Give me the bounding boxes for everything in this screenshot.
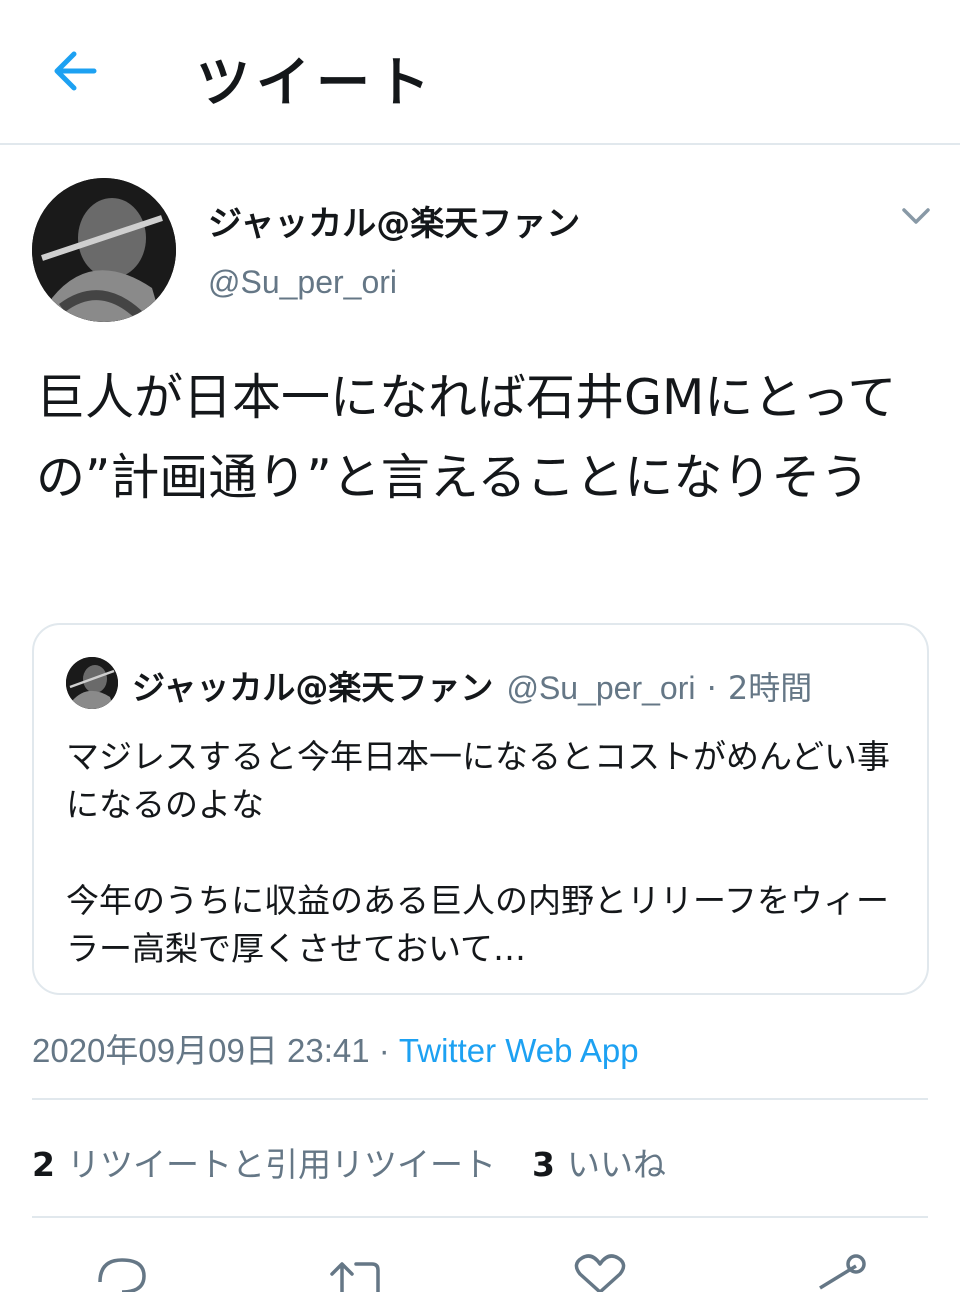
retweets-stat[interactable]: 2 リツイートと引用リツイート [32, 1145, 496, 1184]
engagement-stats: 2 リツイートと引用リツイート 3 いいね [32, 1138, 666, 1186]
divider [32, 1216, 928, 1218]
tweet-meta: 2020年09月09日 23:41 · Twitter Web App [32, 1024, 639, 1072]
quoted-tweet-text: マジレスすると今年日本一になるとコストがめんどい事になるのよな 今年のうちに収益… [66, 737, 891, 968]
retweet-count: 2 [32, 1145, 55, 1184]
arrow-left-icon[interactable] [46, 46, 106, 96]
quoted-time: 2時間 [727, 669, 813, 707]
quoted-author-name: ジャッカル@楽天ファン [132, 668, 494, 707]
retweet-icon[interactable] [326, 1252, 386, 1294]
like-count: 3 [531, 1145, 555, 1184]
like-label: いいね [566, 1145, 666, 1184]
likes-stat[interactable]: 3 いいね [532, 1145, 666, 1184]
timestamp: 2020年09月09日 23:41 [32, 1032, 370, 1069]
page-title: ツイート [196, 51, 436, 114]
divider [32, 1098, 928, 1100]
quoted-avatar [66, 657, 118, 709]
tweet-text: 巨人が日本一になれば石井GMにとっての”計画通り”と言えることになりそう [36, 369, 897, 506]
source-link[interactable]: Twitter Web App [399, 1032, 639, 1069]
quoted-author-handle: @Su_per_ori [506, 670, 696, 706]
author-handle[interactable]: @Su_per_ori [208, 264, 397, 301]
meta-separator: · [369, 1032, 399, 1069]
quoted-separator: · [706, 669, 717, 707]
retweet-label: リツイートと引用リツイート [66, 1145, 496, 1184]
chevron-down-icon[interactable] [896, 198, 936, 234]
author-name[interactable]: ジャッカル@楽天ファン [208, 196, 580, 245]
quoted-header: ジャッカル@楽天ファン @Su_per_ori · 2時間 [132, 661, 812, 709]
reply-icon[interactable] [92, 1252, 152, 1294]
avatar[interactable] [32, 178, 176, 322]
top-bar: ツイート [0, 0, 960, 145]
quoted-tweet-card[interactable]: ジャッカル@楽天ファン @Su_per_ori · 2時間 マジレスすると今年日… [32, 623, 929, 995]
share-icon[interactable] [808, 1252, 868, 1292]
like-icon[interactable] [570, 1252, 630, 1294]
